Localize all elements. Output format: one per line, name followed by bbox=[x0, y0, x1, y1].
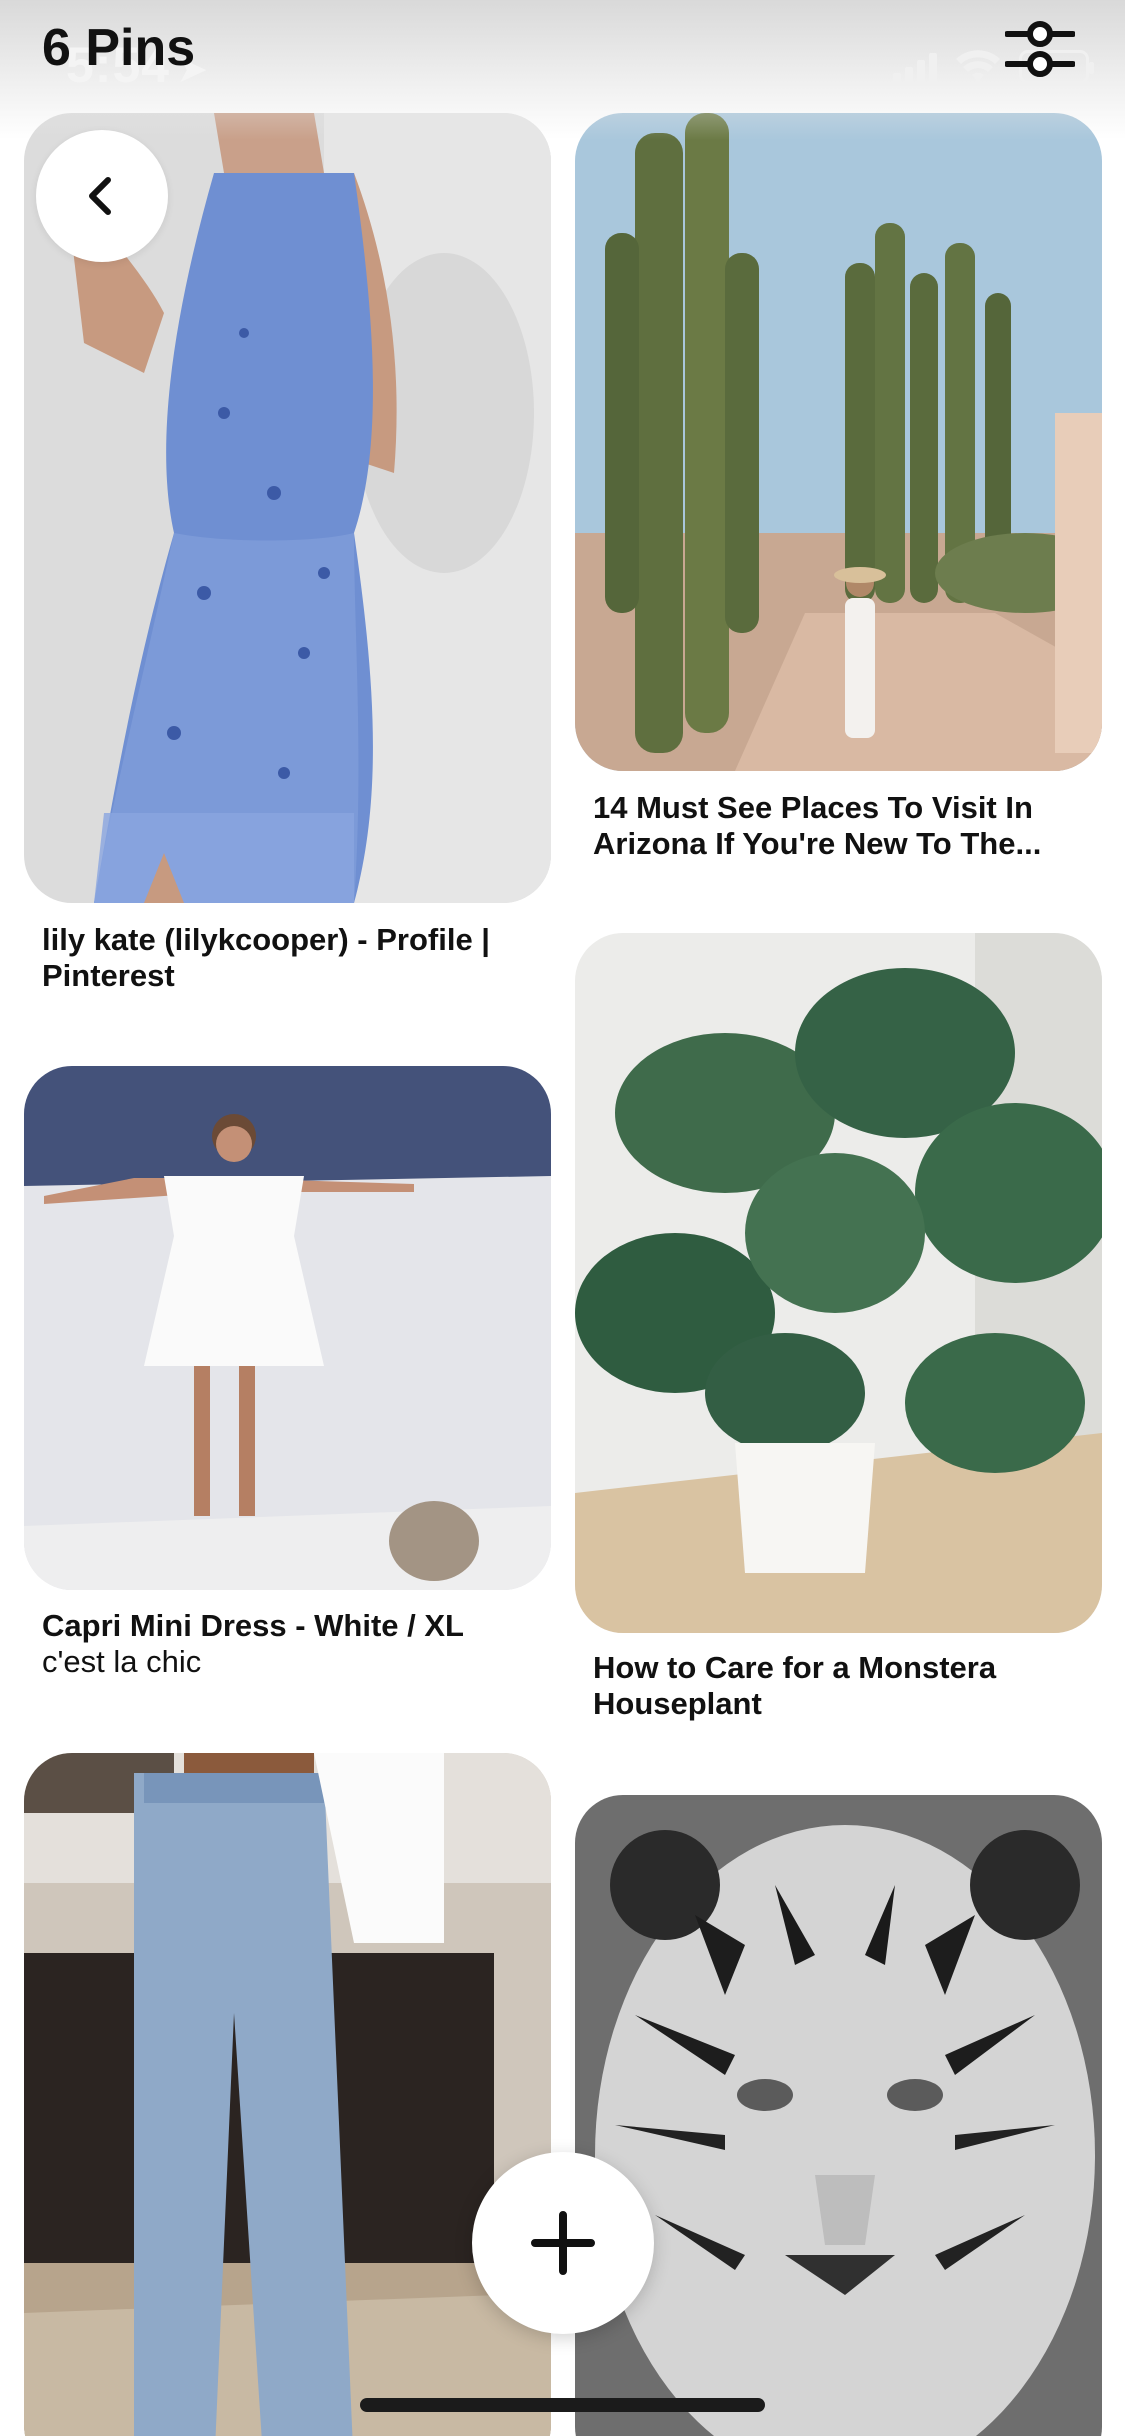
plus-icon bbox=[531, 2211, 595, 2275]
pin-image-arizona-cactus[interactable] bbox=[575, 113, 1102, 771]
back-button[interactable] bbox=[36, 130, 168, 262]
pin-caption-4[interactable]: How to Care for a Monstera Houseplant bbox=[593, 1650, 1093, 1722]
add-pin-button[interactable] bbox=[472, 2152, 654, 2334]
pin-title: lily kate (lilykcooper) - Profile | Pint… bbox=[42, 922, 490, 993]
chevron-left-icon bbox=[89, 177, 111, 215]
pin-title: How to Care for a Monstera Houseplant bbox=[593, 1650, 997, 1721]
pin-image-jeans[interactable] bbox=[24, 1753, 551, 2436]
home-indicator[interactable] bbox=[360, 2398, 765, 2412]
wifi-icon bbox=[956, 50, 1000, 82]
pin-caption-2[interactable]: 14 Must See Places To Visit In Arizona I… bbox=[593, 790, 1093, 862]
filter-sliders-icon[interactable] bbox=[1005, 18, 1075, 84]
pin-image-monstera[interactable] bbox=[575, 933, 1102, 1633]
pin-image-tiger[interactable] bbox=[575, 1795, 1102, 2436]
page-title: 6 Pins bbox=[42, 19, 196, 77]
pin-title: Capri Mini Dress - White / XL bbox=[42, 1608, 464, 1643]
cellular-signal-icon bbox=[893, 51, 937, 83]
pin-subtitle: c'est la chic bbox=[42, 1644, 202, 1679]
pin-image-white-dress[interactable] bbox=[24, 1066, 551, 1590]
pin-caption-3[interactable]: Capri Mini Dress - White / XL c'est la c… bbox=[42, 1608, 542, 1680]
pin-title: 14 Must See Places To Visit In Arizona I… bbox=[593, 790, 1042, 861]
pin-caption-1[interactable]: lily kate (lilykcooper) - Profile | Pint… bbox=[42, 922, 542, 994]
